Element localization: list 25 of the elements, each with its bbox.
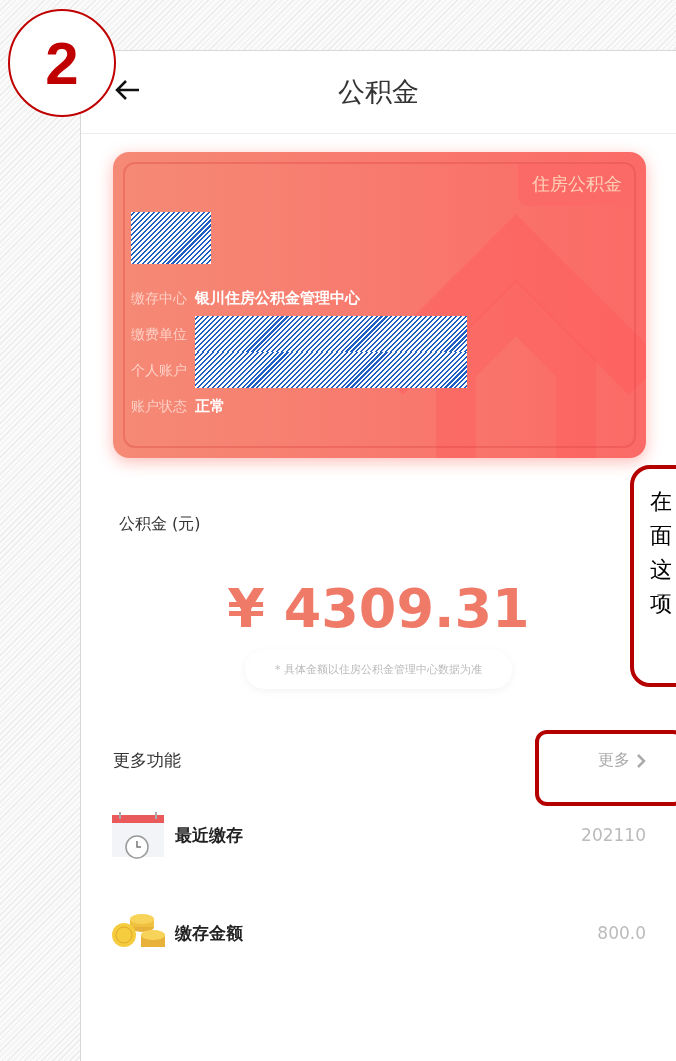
page-title: 公积金: [338, 75, 419, 109]
chevron-icon: [636, 752, 646, 769]
field-value: 正常: [195, 396, 226, 417]
balance-amount: ¥ 4309.31: [227, 577, 530, 640]
row-label: 缴存金额: [175, 921, 244, 945]
field-label: 账户状态: [131, 397, 187, 416]
section-title: 更多功能: [113, 749, 181, 772]
row-label: 最近缴存: [175, 823, 244, 847]
field-label: 缴存中心: [131, 289, 187, 308]
info-row[interactable]: 缴存金额 800.0: [111, 884, 646, 982]
callout-text: 这: [650, 556, 673, 584]
row-value: 800.0: [597, 923, 646, 943]
back-arrow-icon[interactable]: [115, 79, 141, 101]
callout-text: 项: [650, 590, 673, 618]
field-label: 个人账户: [131, 361, 187, 380]
field-value: 银川住房公积金管理中心: [195, 288, 361, 309]
row-value: 202110: [581, 825, 646, 845]
callout-text: 在: [650, 488, 673, 516]
balance-label: 公积金 (元): [119, 514, 202, 535]
balance-note: * 具体金额以住房公积金管理中心数据为准: [245, 650, 512, 689]
callout-text: 面: [650, 522, 673, 550]
field-label: 缴费单位: [131, 325, 187, 344]
calendar-clock-icon: [111, 811, 165, 859]
step-badge: 2: [8, 9, 116, 117]
info-row[interactable]: 最近缴存 202110: [111, 786, 646, 884]
